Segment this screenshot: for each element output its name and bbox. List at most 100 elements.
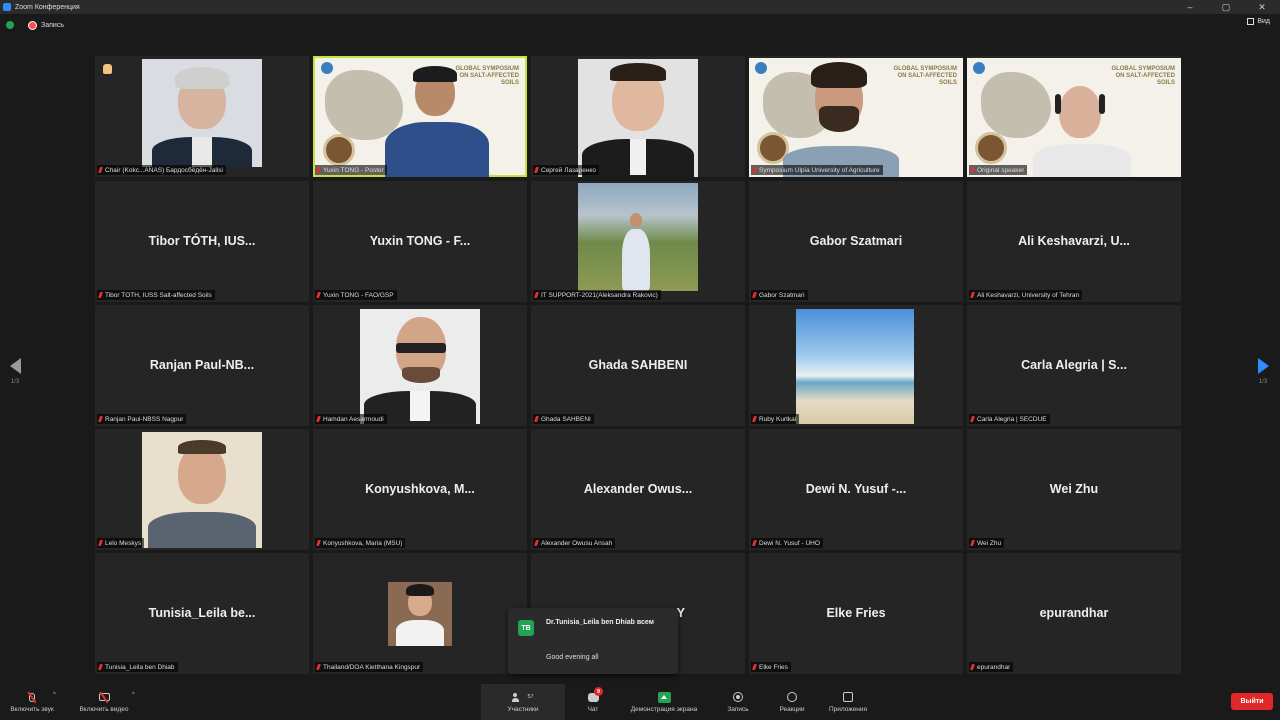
participant-name-label: Symposium Ulpia University of Agricultur… [751, 165, 883, 175]
share-screen-button[interactable]: Демонстрация экрана [620, 684, 708, 720]
chat-icon: 9 [586, 687, 603, 703]
participant-photo [142, 432, 262, 548]
video-tile[interactable]: Ruby Kurtkai [749, 305, 963, 426]
video-tile[interactable]: Carla Alegria | S... Carla Alegria | SEC… [967, 305, 1181, 426]
muted-mic-icon [98, 540, 103, 546]
video-tile[interactable]: Ali Keshavarzi, U... Ali Keshavarzi, Uni… [967, 181, 1181, 302]
arrow-right-icon [1257, 358, 1269, 374]
participant-photo [142, 59, 262, 167]
participant-display-name: Konyushkova, M... [365, 482, 475, 496]
participant-photo [578, 183, 698, 291]
meeting-info-bar: Запись Вид [0, 14, 1280, 36]
muted-mic-icon [98, 416, 103, 422]
chat-message-popup[interactable]: TB Dr.Tunisia_Leila ben Dhiab всем Good … [508, 608, 678, 674]
video-tile[interactable]: Yuxin TONG - F... Yuxin TONG - FAO/GSP [313, 181, 527, 302]
participant-display-name: Wei Zhu [1049, 482, 1099, 496]
next-page-button[interactable]: 1/3 [1256, 358, 1270, 385]
video-tile[interactable]: Tunisia_Leila be... Tunisia_Leila ben Dh… [95, 553, 309, 674]
participant-name-label: Alexander Owusu Ansah [533, 538, 616, 548]
fao-logo-icon [321, 62, 333, 74]
participant-name-label: Tunisia_Leila ben Dhiab [97, 662, 178, 672]
maximize-icon[interactable]: ▢ [1208, 0, 1244, 14]
muted-mic-icon [970, 416, 975, 422]
recording-indicator-icon [28, 20, 37, 30]
participants-count: 57 [527, 694, 534, 700]
unmute-button[interactable]: Включить звук [0, 684, 64, 720]
apps-button[interactable]: Приложения [822, 684, 874, 720]
participant-display-name: Carla Alegria | S... [1021, 358, 1127, 372]
leave-meeting-button[interactable]: Выйти [1231, 693, 1273, 710]
security-shield-icon[interactable] [6, 21, 14, 29]
participant-name-label: Konyushkova, Maria (MSU) [315, 538, 406, 548]
view-button[interactable]: Вид [1247, 18, 1270, 25]
previous-page-button[interactable]: 1/3 [8, 358, 22, 385]
video-tile[interactable]: Alexander Owus... Alexander Owusu Ansah [531, 429, 745, 550]
zoom-logo-icon [3, 3, 11, 11]
video-tile[interactable]: epurandhar epurandhar [967, 553, 1181, 674]
participant-name-label: Tibor TÓTH, IUSS Salt-affected Soils [97, 290, 215, 300]
minimize-icon[interactable]: – [1172, 0, 1208, 14]
muted-mic-icon [316, 664, 321, 670]
muted-mic-icon [534, 416, 539, 422]
participant-name-label: Thailand/DOA Kietthana Kingspur [315, 662, 424, 672]
participant-name-label: Сергей Лазаренко [533, 165, 599, 175]
video-tile[interactable]: Hamdan Aesarmoudi [313, 305, 527, 426]
window-controls: – ▢ ✕ [1172, 0, 1280, 14]
meeting-toolbar: Включить звук ^ Включить видео ^ 57 Учас… [0, 684, 1280, 720]
participant-display-name: Gabor Szatmari [809, 234, 903, 248]
video-tile[interactable]: Gabor Szatmari Gabor Szatmari [749, 181, 963, 302]
participant-name-label: Ghada SAHBENI [533, 414, 594, 424]
participant-name-label: Elke Fries [751, 662, 791, 672]
participant-display-name: Ali Keshavarzi, U... [1018, 234, 1130, 248]
raised-hand-icon [103, 64, 112, 74]
close-icon[interactable]: ✕ [1244, 0, 1280, 14]
video-tile[interactable]: GLOBAL SYMPOSIUM ON SALT-AFFECTED SOILS … [967, 56, 1181, 177]
participant-display-name: Ghada SAHBENI [588, 358, 688, 372]
video-options-caret-icon[interactable]: ^ [132, 692, 135, 698]
muted-mic-icon [752, 540, 757, 546]
reactions-icon [785, 691, 799, 703]
share-screen-icon [657, 691, 671, 703]
video-tile[interactable]: Lelo Meskys [95, 429, 309, 550]
video-tile[interactable]: GLOBAL SYMPOSIUM ON SALT-AFFECTED SOILS … [749, 56, 963, 177]
recording-label: Запись [41, 21, 64, 29]
audio-options-caret-icon[interactable]: ^ [53, 692, 56, 698]
record-button[interactable]: Запись [718, 684, 758, 720]
participant-photo [360, 309, 480, 424]
participant-name-label: Ruby Kurtkai [751, 414, 800, 424]
participant-name-label: IT SUPPORT-2021(Aleksandra Rakovic) [533, 290, 661, 300]
start-video-button[interactable]: Включить видео [70, 684, 138, 720]
muted-mic-icon [752, 664, 757, 670]
fao-logo-icon [755, 62, 767, 74]
muted-mic-icon [752, 167, 757, 173]
participant-display-name: Ranjan Paul-NB... [149, 358, 255, 372]
muted-mic-icon [970, 540, 975, 546]
muted-mic-icon [316, 416, 321, 422]
video-tile[interactable]: Ranjan Paul-NB... Ranjan Paul-NBSS Nagpu… [95, 305, 309, 426]
symposium-slide-background: GLOBAL SYMPOSIUM ON SALT-AFFECTED SOILS [315, 58, 525, 177]
participant-display-name: Dewi N. Yusuf -... [805, 482, 907, 496]
sender-avatar: TB [518, 620, 534, 636]
muted-mic-icon [970, 292, 975, 298]
window-title: Zoom Конференция [15, 3, 80, 11]
video-tile[interactable]: Thailand/DOA Kietthana Kingspur [313, 553, 527, 674]
participant-display-name: Elke Fries [826, 606, 886, 620]
video-tile[interactable]: Konyushkova, M... Konyushkova, Maria (MS… [313, 429, 527, 550]
participants-button[interactable]: 57 Участники [481, 684, 565, 720]
video-tile[interactable]: Wei Zhu Wei Zhu [967, 429, 1181, 550]
video-tile[interactable]: Dewi N. Yusuf -... Dewi N. Yusuf - UHO [749, 429, 963, 550]
video-tile[interactable]: Elke Fries Elke Fries [749, 553, 963, 674]
participant-photo [578, 59, 698, 177]
video-tile[interactable]: Tibor TÓTH, IUS... Tibor TÓTH, IUSS Salt… [95, 181, 309, 302]
reactions-button[interactable]: Реакции [770, 684, 814, 720]
participant-display-name: Tunisia_Leila be... [148, 606, 256, 620]
microphone-muted-icon [25, 691, 39, 704]
participant-photo [388, 582, 452, 646]
video-tile[interactable]: Ghada SAHBENI Ghada SAHBENI [531, 305, 745, 426]
video-tile[interactable]: Сергей Лазаренко [531, 56, 745, 177]
video-tile[interactable]: Chair (Kokc...ANAS) Бардосбёдён-Jalisi [95, 56, 309, 177]
video-tile-active-speaker[interactable]: GLOBAL SYMPOSIUM ON SALT-AFFECTED SOILS … [313, 56, 527, 177]
chat-button[interactable]: 9 Чат [575, 684, 611, 720]
page-indicator-left: 1/3 [10, 379, 20, 385]
video-tile[interactable]: IT SUPPORT-2021(Aleksandra Rakovic) [531, 181, 745, 302]
